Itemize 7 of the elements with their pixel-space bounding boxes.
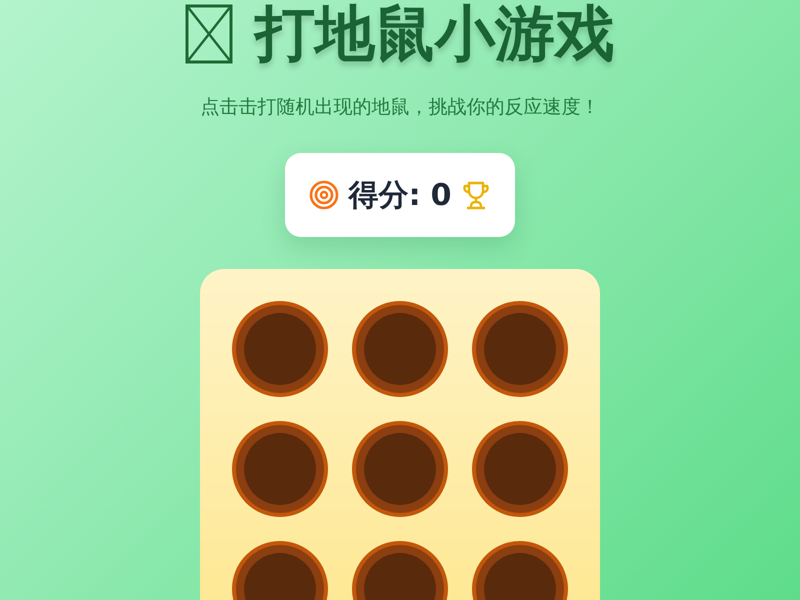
target-icon (308, 180, 339, 210)
subtitle: 点击击打随机出现的地鼠，挑战你的反应速度！ (200, 95, 600, 119)
page-title: 打地鼠小游戏 (255, 3, 615, 65)
trophy-icon (461, 180, 492, 210)
score-value: 0 (430, 178, 452, 212)
image-placeholder-icon (185, 4, 233, 64)
score-label: 得分: (348, 176, 421, 214)
